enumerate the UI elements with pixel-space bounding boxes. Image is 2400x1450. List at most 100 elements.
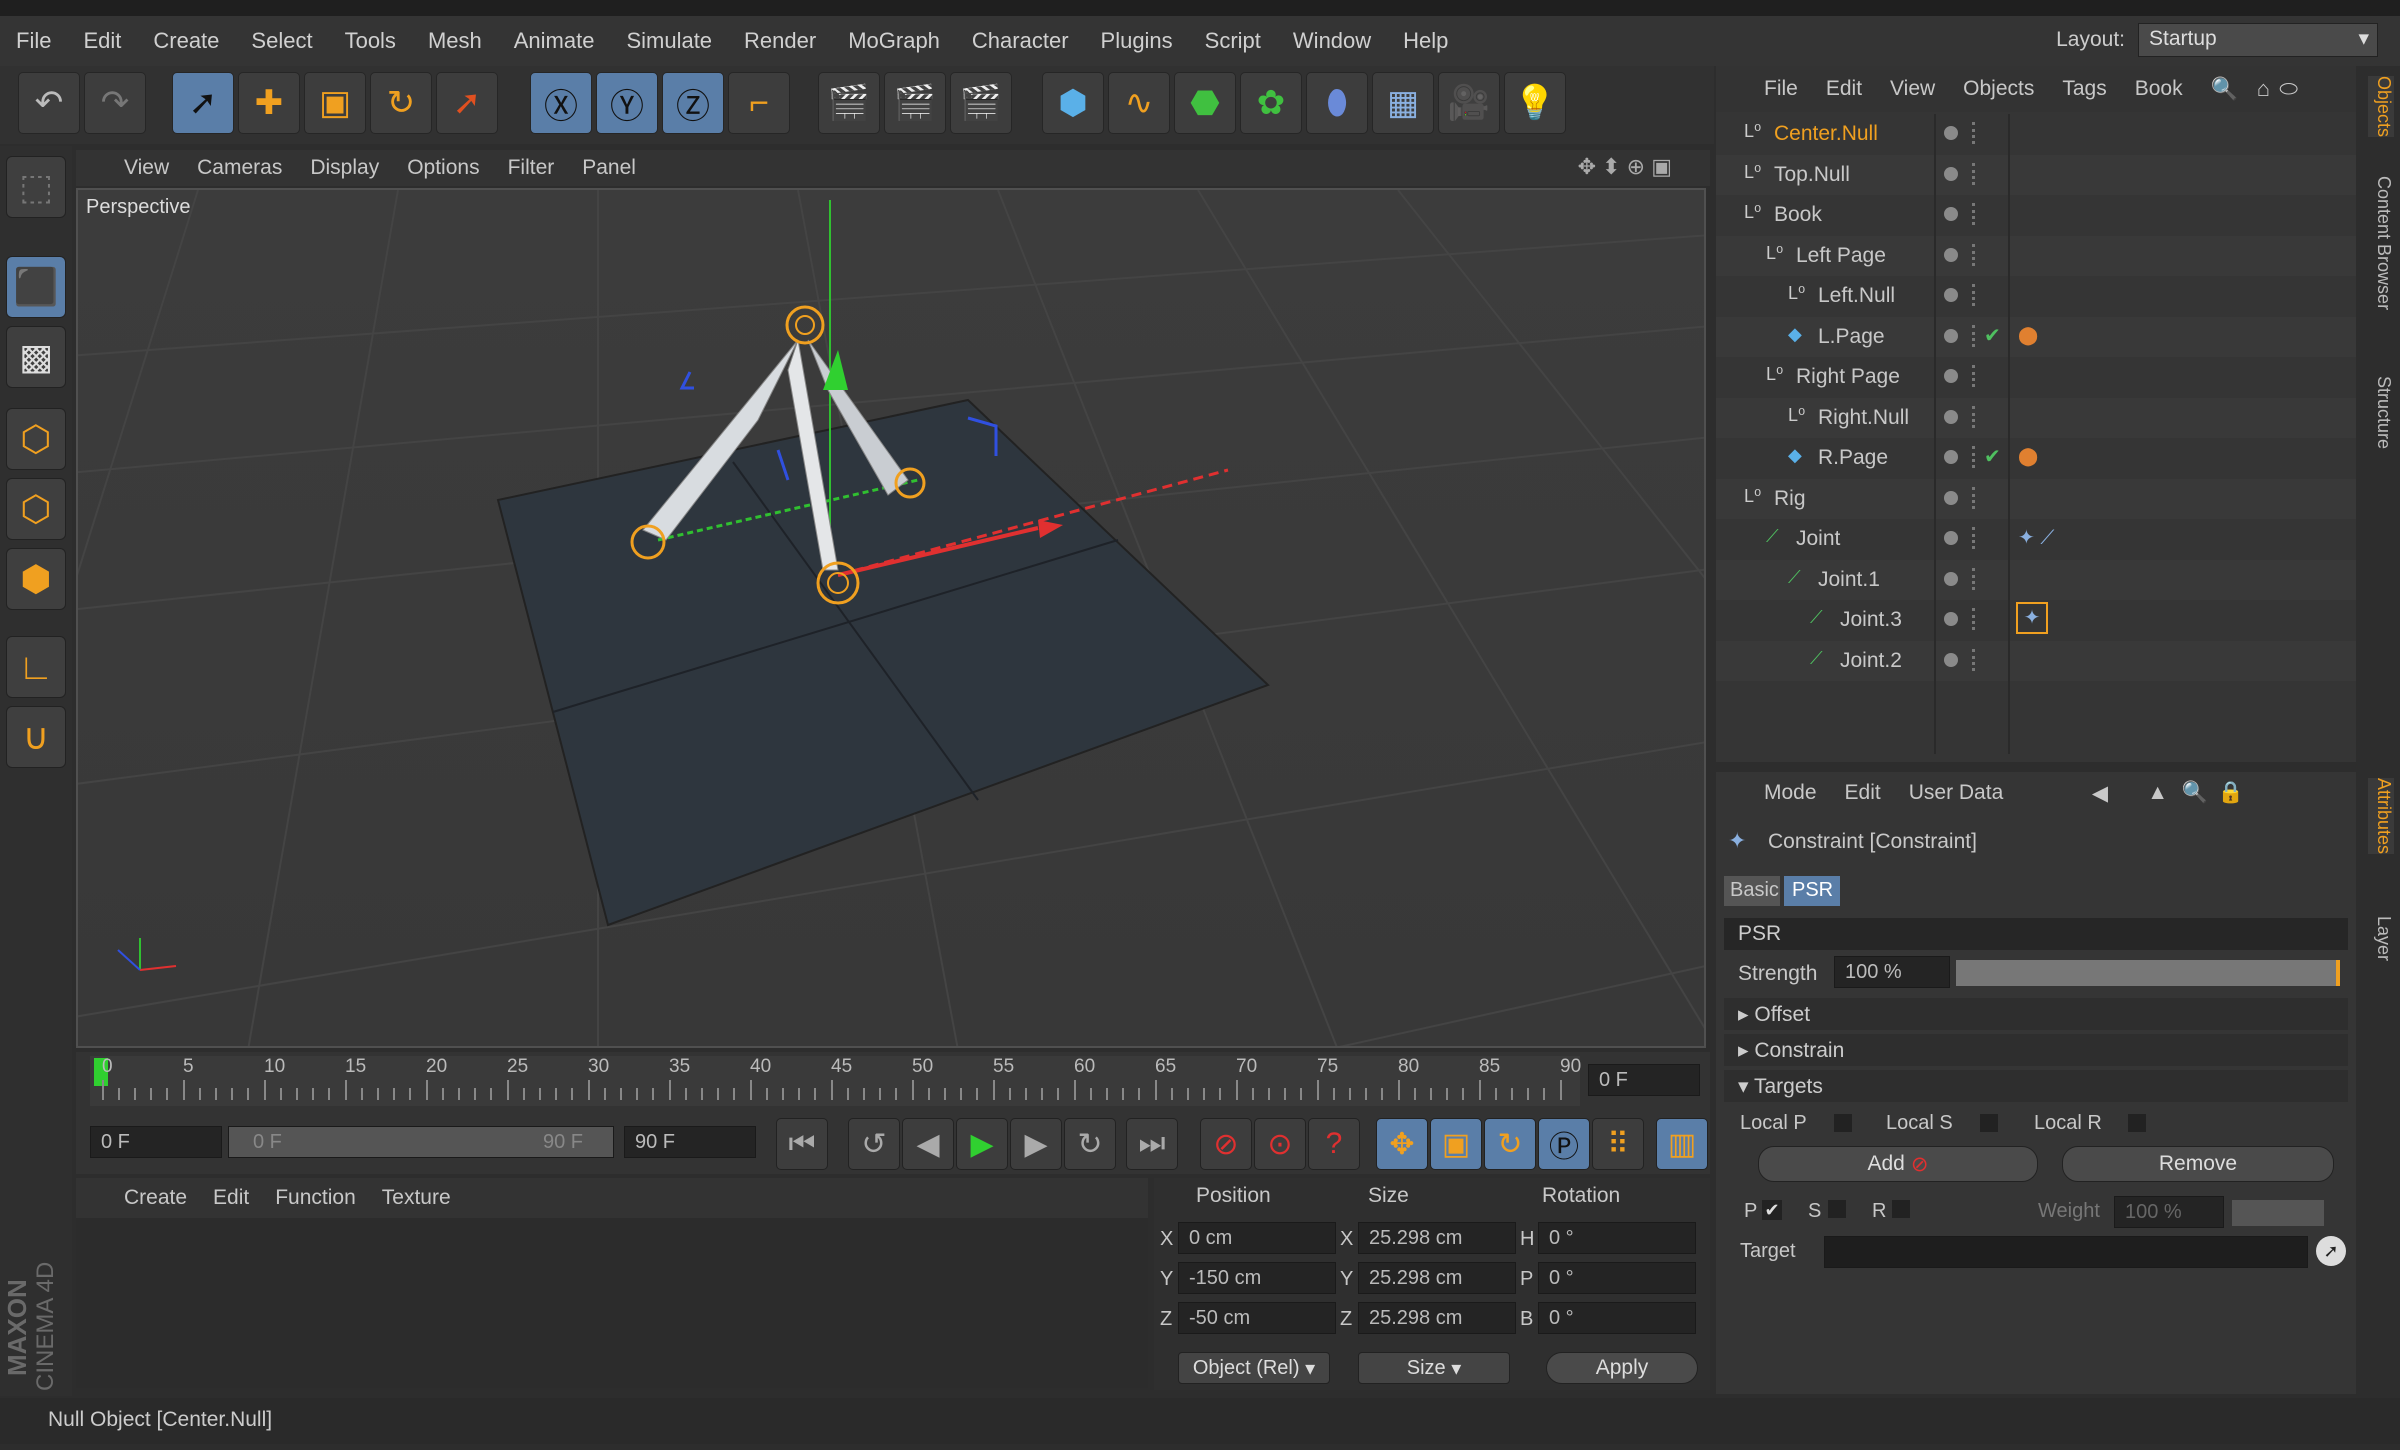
menu-window[interactable]: Window — [1277, 28, 1387, 54]
render-visibility-dot[interactable] — [1972, 122, 1978, 144]
recent-tool-button[interactable]: ➚ — [436, 72, 498, 134]
side-tab-structure[interactable]: Structure — [2368, 376, 2394, 449]
s-checkbox[interactable] — [1828, 1200, 1846, 1218]
render-visibility-dot[interactable] — [1972, 324, 1978, 347]
coord-mode-dropdown[interactable]: Object (Rel) ▾ — [1178, 1352, 1330, 1384]
goto-end-button[interactable]: ⏭ — [1126, 1118, 1178, 1170]
size-mode-dropdown[interactable]: Size ▾ — [1358, 1352, 1510, 1384]
pick-target-icon[interactable]: ➚ — [2316, 1236, 2346, 1266]
attr-menu-mode[interactable]: Mode — [1764, 781, 1817, 805]
key-pla-button[interactable]: ⠿ — [1592, 1118, 1644, 1170]
goto-prev-key-button[interactable]: ↺ — [848, 1118, 900, 1170]
visibility-dot[interactable] — [1944, 166, 1958, 181]
object-tree-row[interactable]: L⁰ Right.Null — [1716, 397, 2356, 438]
render-visibility-dot[interactable] — [1972, 446, 1978, 468]
visibility-dot[interactable] — [1944, 126, 1958, 140]
attr-menu-user-data[interactable]: User Data — [1909, 781, 2004, 805]
weight-field[interactable]: 100 % — [2114, 1196, 2224, 1228]
array-button[interactable]: ✿ — [1240, 72, 1302, 134]
render-view-button[interactable]: 🎬 — [818, 72, 880, 134]
x-axis-button[interactable]: Ⓧ — [530, 72, 592, 134]
light-button[interactable]: 💡 — [1504, 72, 1566, 134]
object-tree-row[interactable]: ⟋ Joint.1 — [1716, 559, 2356, 600]
render-visibility-dot[interactable] — [1972, 608, 1978, 630]
vp-menu-panel[interactable]: Panel — [582, 156, 636, 180]
size-z-field[interactable]: 25.298 cm — [1358, 1302, 1516, 1334]
position-y-field[interactable]: -150 cm — [1178, 1262, 1336, 1294]
viewport-nav-icons[interactable]: ✥ ⬍ ⊕ ▣ — [1578, 154, 1672, 180]
position-x-field[interactable]: 0 cm — [1178, 1222, 1336, 1254]
move-button[interactable]: ✚ — [238, 72, 300, 134]
render-visibility-dot[interactable] — [1972, 284, 1978, 306]
tab-psr[interactable]: PSR — [1784, 876, 1840, 906]
goto-start-button[interactable]: ⏮ — [776, 1118, 828, 1170]
render-visibility-dot[interactable] — [1972, 243, 1978, 266]
obj-menu-edit[interactable]: Edit — [1826, 77, 1862, 101]
object-tree-row[interactable]: L⁰ Left Page — [1716, 235, 2356, 276]
range-slider[interactable]: 0 F 90 F — [228, 1126, 614, 1158]
vp-menu-display[interactable]: Display — [310, 156, 379, 180]
side-tab-attributes[interactable]: Attributes — [2368, 778, 2394, 855]
menu-tools[interactable]: Tools — [329, 28, 412, 54]
menu-render[interactable]: Render — [728, 28, 832, 54]
visibility-dot[interactable] — [1944, 652, 1958, 667]
p-checkbox[interactable]: ✔ — [1762, 1200, 1782, 1220]
visibility-dot[interactable] — [1944, 571, 1958, 586]
obj-menu-book[interactable]: Book — [2135, 77, 2183, 101]
constrain-group-header[interactable]: ▸ Constrain — [1724, 1034, 2348, 1066]
offset-group-header[interactable]: ▸ Offset — [1724, 998, 2348, 1030]
size-y-field[interactable]: 25.298 cm — [1358, 1262, 1516, 1294]
size-x-field[interactable]: 25.298 cm — [1358, 1222, 1516, 1254]
enabled-check-icon[interactable]: ✔ — [1984, 444, 2001, 469]
start-frame-field[interactable]: 0 F — [90, 1126, 222, 1158]
menu-simulate[interactable]: Simulate — [610, 28, 728, 54]
axis-mode-button[interactable]: ∟ — [6, 636, 66, 698]
constraint-tag-icon[interactable]: ✦ — [2016, 602, 2048, 634]
end-frame-field[interactable]: 90 F — [624, 1126, 756, 1158]
goto-next-key-button[interactable]: ↻ — [1064, 1118, 1116, 1170]
attr-menu-edit[interactable]: Edit — [1845, 781, 1881, 805]
tag-icon[interactable]: ⬤ — [2018, 446, 2038, 467]
strength-field[interactable]: 100 % — [1834, 956, 1950, 988]
model-mode-button[interactable]: ⬛ — [6, 256, 66, 318]
object-tree-row[interactable]: L⁰ Center.Null — [1716, 114, 2356, 154]
key-rotation-button[interactable]: ↻ — [1484, 1118, 1536, 1170]
menu-select[interactable]: Select — [235, 28, 328, 54]
texture-mode-button[interactable]: ▩ — [6, 326, 66, 388]
keyframe-selection-button[interactable]: ? — [1308, 1118, 1360, 1170]
snap-magnet-button[interactable]: ∪ — [6, 706, 66, 768]
key-position-button[interactable]: ✥ — [1376, 1118, 1428, 1170]
back-arrow-icon[interactable]: ◀ — [2092, 781, 2108, 806]
layout-dropdown[interactable]: Startup ▾ — [2138, 23, 2378, 57]
targets-group-header[interactable]: ▾ Targets — [1724, 1070, 2348, 1102]
enabled-check-icon[interactable]: ✔ — [1984, 323, 2001, 348]
points-mode-button[interactable]: ⬡ — [6, 408, 66, 470]
scale-button[interactable]: ▣ — [304, 72, 366, 134]
redo-button[interactable]: ↷ — [84, 72, 146, 134]
camera-button[interactable]: 🎥 — [1438, 72, 1500, 134]
object-tree-row[interactable]: ⟋ Joint ✦ ⟋ — [1716, 519, 2356, 559]
render-visibility-dot[interactable] — [1972, 405, 1978, 428]
mat-menu-function[interactable]: Function — [275, 1186, 356, 1210]
object-tree-row[interactable]: ◆ L.Page ✔ ⬤ — [1716, 316, 2356, 357]
autokey-button[interactable]: ⊙ — [1254, 1118, 1306, 1170]
menu-create[interactable]: Create — [137, 28, 235, 54]
visibility-dot[interactable] — [1944, 409, 1958, 424]
vp-menu-view[interactable]: View — [124, 156, 169, 180]
y-axis-button[interactable]: Ⓨ — [596, 72, 658, 134]
obj-menu-file[interactable]: File — [1764, 77, 1798, 101]
deformer-button[interactable]: ⬮ — [1306, 72, 1368, 134]
obj-menu-objects[interactable]: Objects — [1963, 77, 2034, 101]
undo-button[interactable]: ↶ — [18, 72, 80, 134]
material-area[interactable] — [76, 1218, 1148, 1388]
menu-character[interactable]: Character — [956, 28, 1085, 54]
up-arrow-icon[interactable]: ▲ — [2147, 781, 2168, 805]
record-keys-button[interactable]: ⊘ — [1200, 1118, 1252, 1170]
side-tab-objects[interactable]: Objects — [2368, 76, 2394, 138]
scheme-button[interactable]: ▥ — [1656, 1118, 1708, 1170]
menu-script[interactable]: Script — [1189, 28, 1277, 54]
tab-basic[interactable]: Basic — [1724, 876, 1780, 906]
target-link-field[interactable] — [1824, 1236, 2308, 1268]
polygons-mode-button[interactable]: ⬢ — [6, 548, 66, 610]
layer-icon[interactable]: ⬭ — [2279, 76, 2298, 102]
